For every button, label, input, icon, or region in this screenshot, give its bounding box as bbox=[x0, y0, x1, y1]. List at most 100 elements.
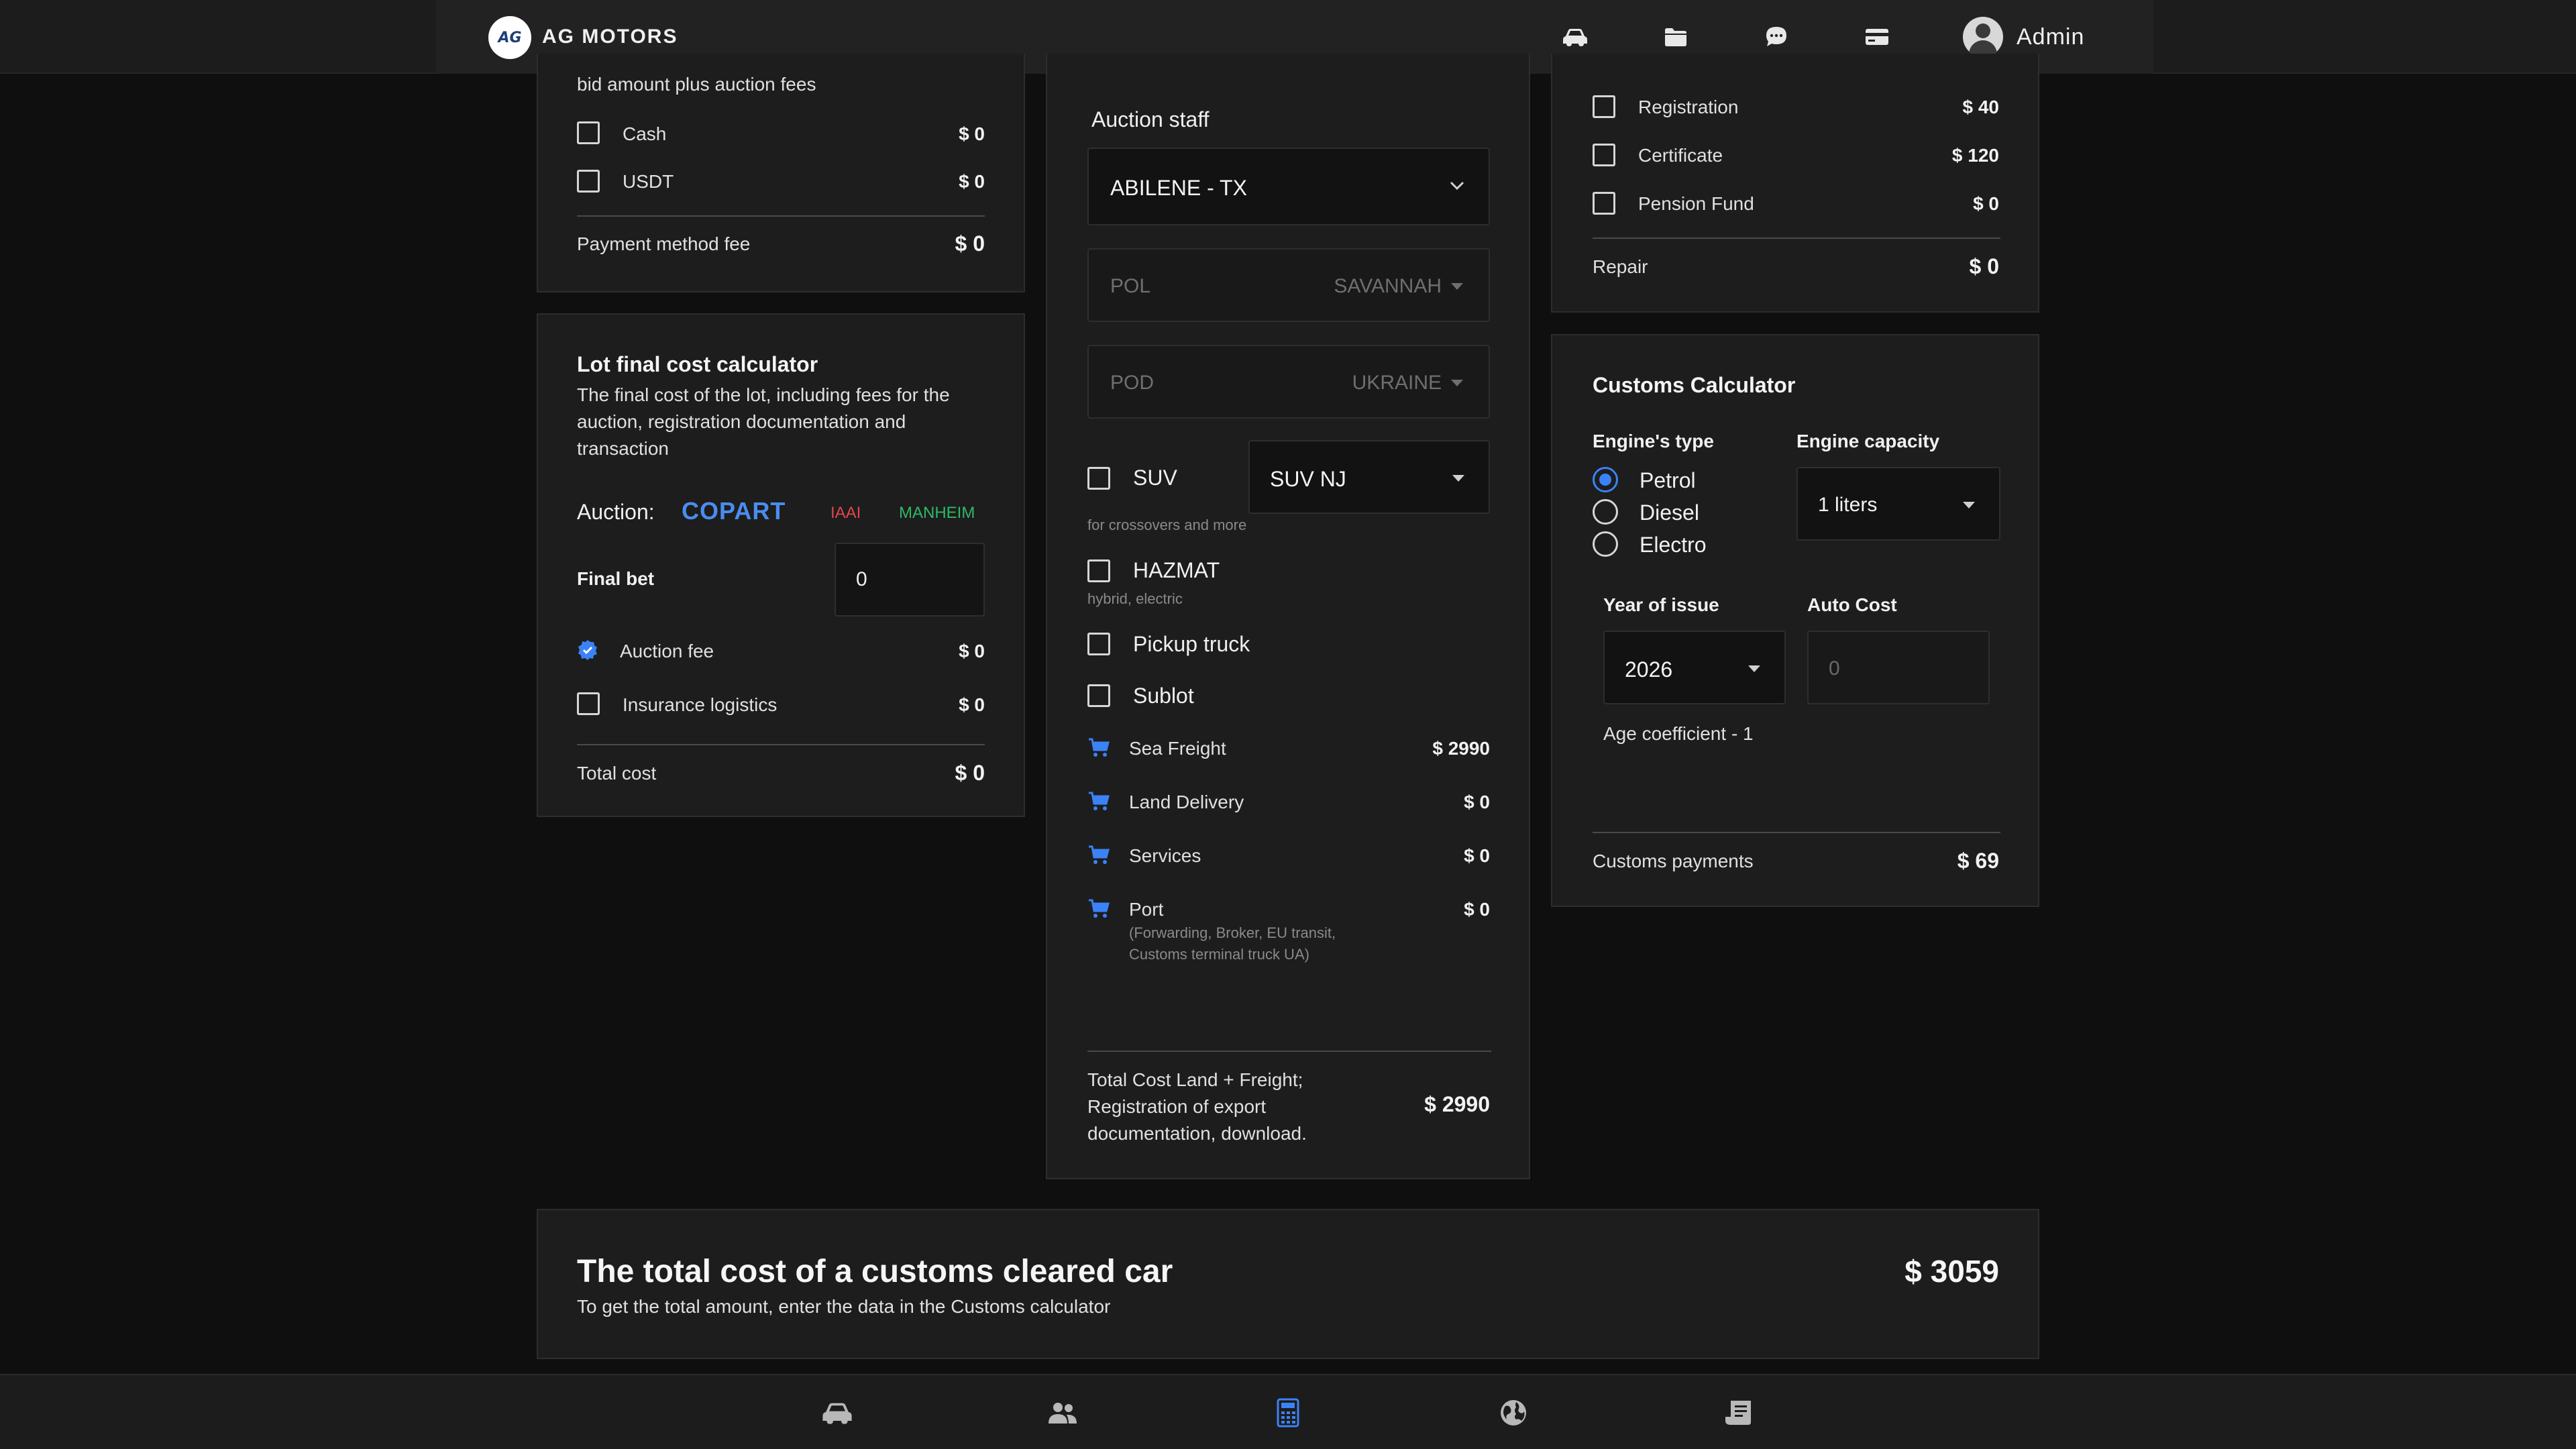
fees-panel: Registration $ 40 Certificate $ 120 Pens… bbox=[1551, 54, 2039, 313]
cash-checkbox[interactable] bbox=[577, 121, 600, 144]
engine-diesel-radio[interactable] bbox=[1593, 499, 1618, 525]
cash-value: $ 0 bbox=[959, 123, 985, 144]
auction-staff-label: Auction staff bbox=[1091, 107, 1210, 131]
suv-checkbox[interactable] bbox=[1087, 467, 1110, 490]
pod-label: POD bbox=[1110, 372, 1155, 394]
pol-select[interactable]: POL SAVANNAH bbox=[1087, 248, 1490, 322]
divider bbox=[1087, 1051, 1491, 1052]
insurance-value: $ 0 bbox=[959, 694, 985, 715]
car-icon[interactable] bbox=[820, 1395, 855, 1430]
car-icon[interactable] bbox=[1560, 22, 1590, 52]
certificate-value: $ 120 bbox=[1951, 145, 1999, 166]
pickup-checkbox[interactable] bbox=[1087, 633, 1110, 655]
auction-fee-checkbox[interactable] bbox=[577, 639, 598, 661]
pol-value: SAVANNAH bbox=[1334, 275, 1442, 297]
divider bbox=[577, 215, 985, 217]
auction-staff-value: ABILENE - TX bbox=[1110, 176, 1247, 200]
suv-type-select[interactable]: SUV NJ bbox=[1248, 440, 1490, 514]
final-bet-input[interactable]: 0 bbox=[835, 543, 985, 616]
caret-down-icon bbox=[1748, 665, 1760, 672]
customs-payments-value: $ 69 bbox=[1957, 849, 1999, 873]
bottom-nav bbox=[0, 1374, 2576, 1449]
insurance-label: Insurance logistics bbox=[623, 694, 777, 715]
logistics-total-value: $ 2990 bbox=[1424, 1092, 1490, 1116]
summary-title: The total cost of a customs cleared car bbox=[577, 1254, 1173, 1289]
brand-logo[interactable]: AG bbox=[488, 16, 531, 59]
registration-label: Registration bbox=[1638, 97, 1739, 117]
pension-fund-value: $ 0 bbox=[1973, 193, 1999, 214]
users-icon[interactable] bbox=[1045, 1395, 1080, 1430]
auction-manheim[interactable]: MANHEIM bbox=[899, 504, 975, 523]
payment-fee-value: $ 0 bbox=[955, 231, 985, 256]
payment-subtitle: bid amount plus auction fees bbox=[577, 74, 816, 95]
caret-down-icon bbox=[1963, 502, 1975, 508]
auction-staff-select[interactable]: ABILENE - TX bbox=[1087, 148, 1490, 225]
engine-type-label: Engine's type bbox=[1593, 431, 1714, 451]
logistics-panel: Auction staff ABILENE - TX POL SAVANNAH … bbox=[1046, 54, 1530, 1179]
suv-label: SUV bbox=[1133, 466, 1177, 490]
year-select[interactable]: 2026 bbox=[1603, 631, 1786, 704]
usdt-checkbox[interactable] bbox=[577, 170, 600, 193]
pension-fund-checkbox[interactable] bbox=[1593, 192, 1615, 215]
divider bbox=[577, 744, 985, 745]
engine-capacity-label: Engine capacity bbox=[1796, 431, 1940, 451]
hazmat-checkbox[interactable] bbox=[1087, 559, 1110, 582]
land-delivery-value: $ 0 bbox=[1464, 792, 1490, 812]
folder-icon[interactable] bbox=[1661, 22, 1690, 52]
auto-cost-label: Auto Cost bbox=[1807, 594, 1897, 615]
logo-text: AG bbox=[498, 29, 522, 46]
brand-name[interactable]: AG MOTORS bbox=[542, 25, 678, 48]
cart-icon bbox=[1089, 845, 1110, 864]
pension-fund-label: Pension Fund bbox=[1638, 193, 1754, 214]
customs-title: Customs Calculator bbox=[1593, 373, 1796, 397]
calculator-icon[interactable] bbox=[1271, 1395, 1305, 1430]
engine-capacity-select[interactable]: 1 liters bbox=[1796, 467, 2000, 541]
pickup-label: Pickup truck bbox=[1133, 632, 1250, 656]
lot-cost-panel: Lot final cost calculator The final cost… bbox=[537, 313, 1025, 817]
sea-freight-value: $ 2990 bbox=[1432, 738, 1490, 759]
payment-method-panel: bid amount plus auction fees Cash $ 0 US… bbox=[537, 54, 1025, 292]
engine-electro-label: Electro bbox=[1640, 533, 1707, 557]
certificate-label: Certificate bbox=[1638, 145, 1723, 166]
chat-icon[interactable] bbox=[1762, 22, 1791, 52]
usdt-value: $ 0 bbox=[959, 171, 985, 192]
lot-total-value: $ 0 bbox=[955, 761, 985, 785]
divider bbox=[1593, 832, 2000, 833]
auction-fee-label: Auction fee bbox=[620, 641, 714, 661]
avatar[interactable] bbox=[1963, 17, 2003, 57]
auction-iaai[interactable]: IAAI bbox=[830, 504, 861, 523]
auction-copart[interactable]: COPART bbox=[682, 497, 786, 525]
repair-value: $ 0 bbox=[1969, 254, 1999, 278]
lot-desc-line1: The final cost of the lot, including fee… bbox=[577, 384, 950, 405]
customs-payments-label: Customs payments bbox=[1593, 851, 1754, 871]
insurance-checkbox[interactable] bbox=[577, 692, 600, 715]
port-label: Port bbox=[1129, 899, 1164, 920]
registration-checkbox[interactable] bbox=[1593, 95, 1615, 118]
final-bet-value: 0 bbox=[856, 568, 867, 590]
suv-type-value: SUV NJ bbox=[1270, 467, 1346, 491]
auto-cost-input[interactable]: 0 bbox=[1807, 631, 1990, 704]
sublot-checkbox[interactable] bbox=[1087, 684, 1110, 707]
registration-value: $ 40 bbox=[1962, 97, 2000, 117]
user-name[interactable]: Admin bbox=[2017, 24, 2084, 50]
port-note-line2: Customs terminal truck UA) bbox=[1129, 946, 1309, 963]
lot-total-label: Total cost bbox=[577, 763, 657, 784]
certificate-checkbox[interactable] bbox=[1593, 144, 1615, 166]
globe-icon[interactable] bbox=[1496, 1395, 1531, 1430]
hazmat-note: hybrid, electric bbox=[1087, 590, 1183, 607]
receipt-icon[interactable] bbox=[1721, 1395, 1756, 1430]
caret-down-icon bbox=[1452, 475, 1464, 482]
card-icon[interactable] bbox=[1862, 22, 1892, 52]
logistics-total-line1: Total Cost Land + Freight; bbox=[1087, 1069, 1303, 1090]
port-note-line1: (Forwarding, Broker, EU transit, bbox=[1129, 924, 1336, 941]
auto-cost-placeholder: 0 bbox=[1829, 657, 1840, 680]
engine-electro-radio[interactable] bbox=[1593, 531, 1618, 557]
auction-label: Auction: bbox=[577, 500, 655, 524]
caret-down-icon bbox=[1451, 283, 1463, 290]
pod-select[interactable]: POD UKRAINE bbox=[1087, 345, 1490, 419]
services-label: Services bbox=[1129, 845, 1201, 866]
sea-freight-label: Sea Freight bbox=[1129, 738, 1226, 759]
pol-label: POL bbox=[1110, 275, 1151, 297]
engine-petrol-radio[interactable] bbox=[1593, 467, 1618, 492]
port-value: $ 0 bbox=[1464, 899, 1490, 920]
